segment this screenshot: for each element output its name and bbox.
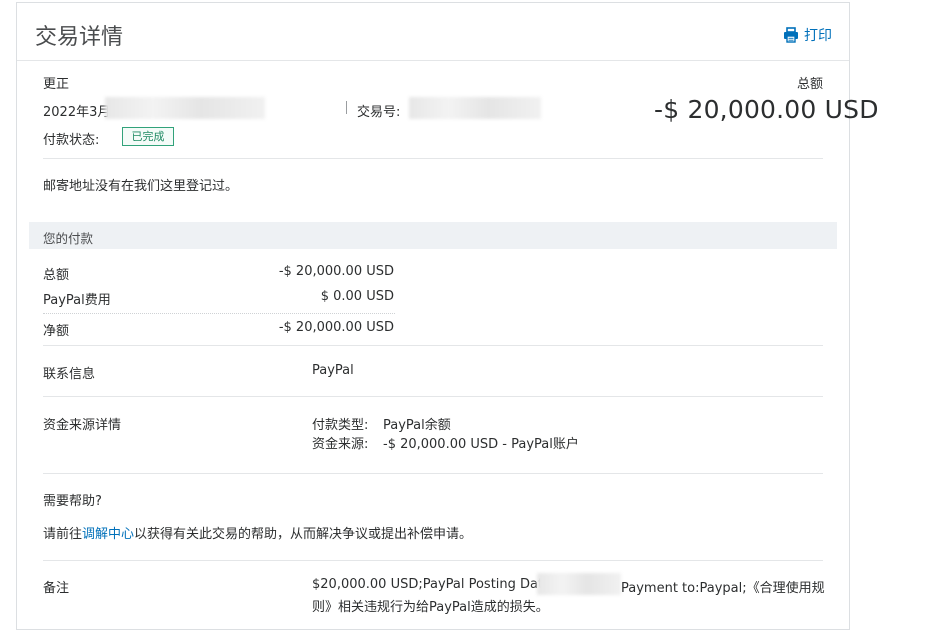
divider: [346, 101, 347, 114]
divider: [43, 396, 823, 397]
gross-value: -$ 20,000.00 USD: [278, 264, 394, 279]
help-title: 需要帮助?: [43, 494, 102, 509]
resolution-center-link[interactable]: 调解中心: [82, 527, 134, 542]
net-label: 净额: [43, 324, 70, 339]
transaction-id-label: 交易号:: [357, 105, 401, 120]
print-button[interactable]: 打印: [783, 25, 832, 45]
transaction-date: 2022年3月: [43, 105, 111, 120]
fee-value: $ 0.00 USD: [320, 289, 394, 304]
divider: [43, 473, 823, 474]
note-line-1-end: Payment to:Paypal;《合理使用规: [621, 581, 825, 596]
note-label: 备注: [43, 581, 70, 596]
divider: [43, 560, 823, 561]
redacted-posting-date: [537, 573, 621, 595]
transaction-details-panel: 交易详情 打印 更正 2022年3月 交易号: 付款状态: 已完成 总额 -$ …: [16, 2, 878, 630]
fee-label: PayPal费用: [43, 293, 111, 308]
funding-type-value: PayPal余额: [383, 418, 451, 433]
total-amount: -$ 20,000.00 USD: [654, 95, 879, 124]
payment-section-header: 您的付款: [29, 222, 837, 249]
transaction-type: 更正: [43, 77, 70, 92]
net-value: -$ 20,000.00 USD: [278, 320, 394, 335]
section-title: 您的付款: [43, 231, 94, 246]
note-line-2: 则》相关违规行为给PayPal造成的损失。: [312, 600, 549, 615]
divider: [43, 345, 823, 346]
status-badge: 已完成: [122, 127, 174, 146]
divider: [43, 313, 395, 314]
funding-source-value: -$ 20,000.00 USD - PayPal账户: [383, 437, 579, 452]
page-title: 交易详情: [35, 25, 124, 50]
address-note: 邮寄地址没有在我们这里登记过。: [43, 179, 239, 194]
funding-label: 资金来源详情: [43, 418, 122, 433]
contact-value: PayPal: [312, 363, 354, 378]
printer-icon: [784, 27, 798, 43]
funding-type-label: 付款类型:: [312, 418, 369, 433]
redacted-date: [105, 97, 265, 119]
total-label: 总额: [796, 77, 823, 92]
payment-status-label: 付款状态:: [43, 133, 100, 148]
note-line-1-start: $20,000.00 USD;PayPal Posting Date: [312, 577, 552, 592]
help-text-after: 以获得有关此交易的帮助，从而解决争议或提出补偿申请。: [134, 527, 473, 542]
redacted-transaction-id: [409, 97, 541, 119]
gross-label: 总额: [43, 268, 70, 283]
help-text-before: 请前往: [43, 527, 83, 542]
panel-header: 交易详情 打印: [17, 3, 849, 61]
print-label: 打印: [804, 28, 832, 44]
divider: [43, 158, 823, 159]
contact-label: 联系信息: [43, 367, 96, 382]
help-text: 请前往调解中心以获得有关此交易的帮助，从而解决争议或提出补偿申请。: [43, 523, 472, 542]
funding-source-label: 资金来源:: [312, 437, 369, 452]
